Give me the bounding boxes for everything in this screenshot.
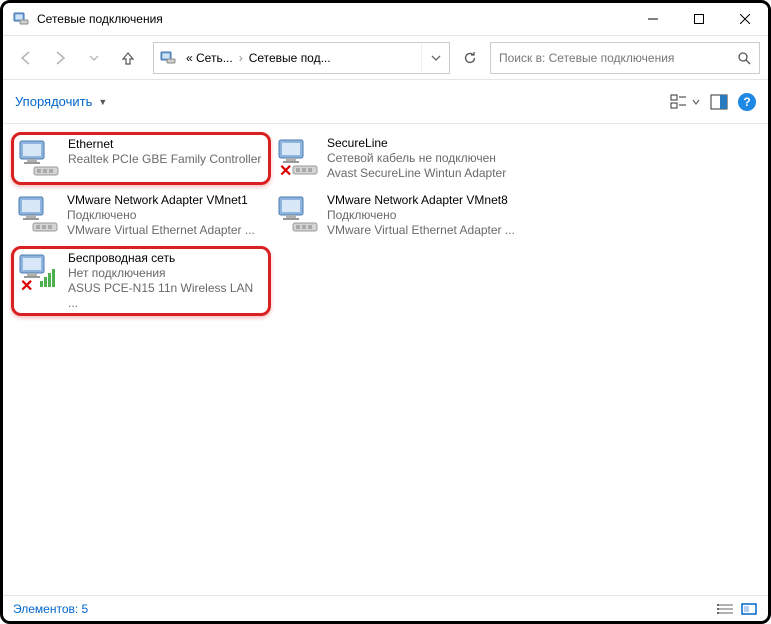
status-bar: Элементов: 5 [3, 595, 768, 621]
connection-status: Подключено [67, 208, 255, 223]
connection-item[interactable]: VMware Network Adapter VMnet1 Подключено… [11, 189, 271, 242]
organize-label: Упорядочить [15, 94, 92, 109]
svg-text:✕: ✕ [20, 278, 33, 293]
wifi-adapter-icon: ✕ [18, 251, 60, 293]
connection-info: Ethernet Realtek PCIe GBE Family Control… [68, 137, 261, 180]
connection-name: Ethernet [68, 137, 261, 152]
connection-status: Подключено [327, 208, 515, 223]
connection-item[interactable]: ✕ Беспроводная сеть Нет подключения ASUS… [11, 246, 271, 316]
address-bar[interactable]: « Сеть... › Сетевые под... [153, 42, 450, 74]
app-icon [13, 11, 29, 27]
maximize-button[interactable] [676, 3, 722, 36]
recent-dropdown[interactable] [79, 43, 109, 73]
connection-status: Нет подключения [68, 266, 264, 281]
item-count: Элементов: 5 [13, 602, 88, 616]
connection-info: Беспроводная сеть Нет подключения ASUS P… [68, 251, 264, 311]
connection-device: ASUS PCE-N15 11n Wireless LAN ... [68, 281, 264, 311]
ethernet-adapter-icon [18, 137, 60, 179]
details-view-icon[interactable] [716, 602, 734, 616]
address-dropdown[interactable] [421, 43, 449, 73]
connection-item[interactable]: VMware Network Adapter VMnet8 Подключено… [271, 189, 531, 242]
connection-device: VMware Virtual Ethernet Adapter ... [67, 223, 255, 238]
organize-menu[interactable]: Упорядочить ▼ [15, 94, 107, 109]
svg-text:✕: ✕ [279, 163, 292, 178]
back-button[interactable] [11, 43, 41, 73]
connection-name: SecureLine [327, 136, 506, 151]
close-button[interactable] [722, 3, 768, 36]
connection-status: Сетевой кабель не подключен [327, 151, 506, 166]
content-area: Ethernet Realtek PCIe GBE Family Control… [3, 124, 768, 595]
chevron-down-icon: ▼ [98, 97, 107, 107]
network-connections-window: Сетевые подключения [0, 0, 771, 624]
connection-name: Беспроводная сеть [68, 251, 264, 266]
title-bar: Сетевые подключения [3, 3, 768, 36]
breadcrumb-1[interactable]: « Сеть... [182, 51, 237, 65]
connection-item[interactable]: Ethernet Realtek PCIe GBE Family Control… [11, 132, 271, 185]
ethernet-adapter-icon: ✕ [277, 136, 319, 178]
search-box[interactable]: Поиск в: Сетевые подключения [490, 42, 760, 74]
chevron-right-icon: › [239, 51, 243, 65]
ethernet-adapter-icon [277, 193, 319, 235]
connection-name: VMware Network Adapter VMnet8 [327, 193, 515, 208]
breadcrumb-2[interactable]: Сетевые под... [245, 51, 335, 65]
minimize-button[interactable] [630, 3, 676, 36]
connection-info: VMware Network Adapter VMnet8 Подключено… [327, 193, 515, 238]
forward-button[interactable] [45, 43, 75, 73]
help-button[interactable]: ? [738, 93, 756, 111]
connections-grid: Ethernet Realtek PCIe GBE Family Control… [11, 130, 760, 318]
connection-info: SecureLine Сетевой кабель не подключен A… [327, 136, 506, 181]
up-button[interactable] [113, 43, 143, 73]
connection-device: Realtek PCIe GBE Family Controller [68, 152, 261, 167]
window-title: Сетевые подключения [37, 12, 630, 26]
large-icons-view-icon[interactable] [740, 602, 758, 616]
view-options-button[interactable] [670, 93, 700, 111]
location-icon [160, 50, 176, 66]
connection-info: VMware Network Adapter VMnet1 Подключено… [67, 193, 255, 238]
ethernet-adapter-icon [17, 193, 59, 235]
connection-item[interactable]: ✕ SecureLine Сетевой кабель не подключен… [271, 132, 531, 185]
search-placeholder: Поиск в: Сетевые подключения [499, 51, 674, 65]
toolbar: Упорядочить ▼ ? [3, 80, 768, 124]
nav-row: « Сеть... › Сетевые под... Поиск в: Сете… [3, 36, 768, 80]
connection-device: Avast SecureLine Wintun Adapter [327, 166, 506, 181]
preview-pane-button[interactable] [710, 93, 728, 111]
refresh-button[interactable] [454, 42, 486, 74]
connection-name: VMware Network Adapter VMnet1 [67, 193, 255, 208]
search-icon [737, 51, 751, 65]
connection-device: VMware Virtual Ethernet Adapter ... [327, 223, 515, 238]
